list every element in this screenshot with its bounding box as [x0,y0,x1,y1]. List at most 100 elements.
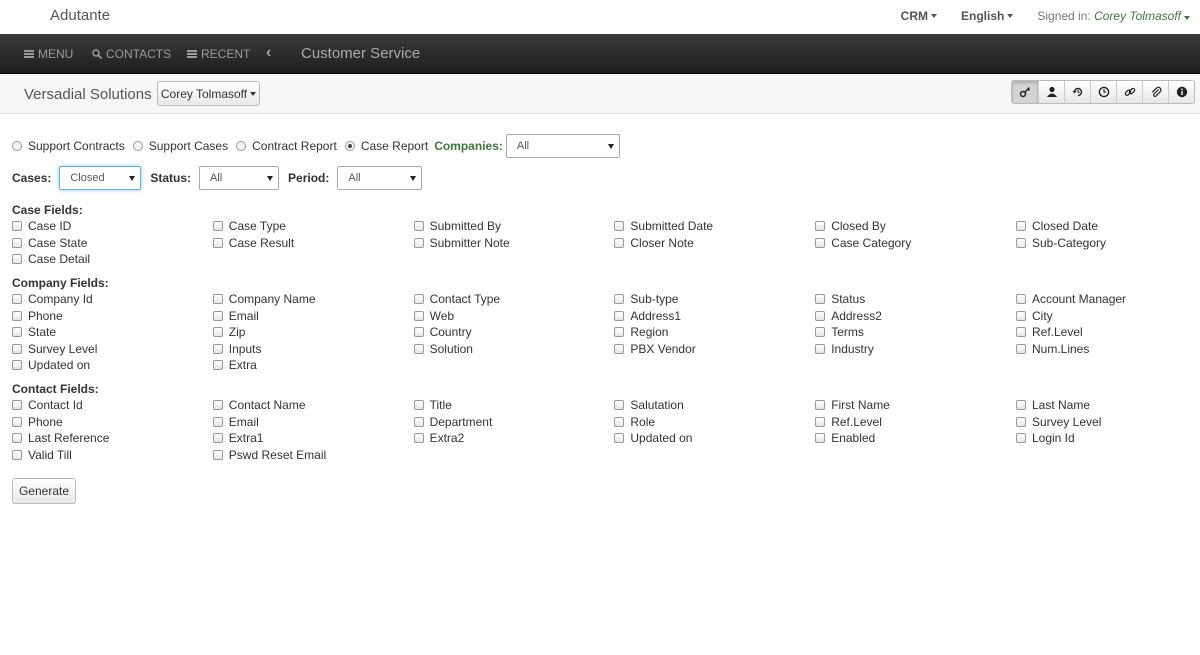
checkbox[interactable] [12,237,22,248]
user-dropdown-button[interactable]: Corey Tolmasoff [157,81,260,106]
radio-contract-report[interactable]: Contract Report [236,139,337,153]
field-checkbox-item[interactable]: Survey Level [1015,415,1200,429]
checkbox[interactable] [815,327,826,337]
nav-recent[interactable]: RECENT [187,47,250,61]
field-checkbox-item[interactable]: Company Name [212,292,414,306]
field-checkbox-item[interactable]: Address2 [815,309,1016,323]
nav-menu[interactable]: MENU [24,47,73,61]
field-checkbox-item[interactable]: Web [413,309,615,323]
cases-select[interactable]: Closed [59,166,142,190]
checkbox[interactable] [212,310,223,321]
checkbox[interactable] [614,416,625,427]
field-checkbox-item[interactable]: Phone [12,309,213,323]
status-select[interactable]: All [199,166,280,190]
checkbox[interactable] [12,310,22,321]
field-checkbox-item[interactable]: Updated on [614,431,815,445]
field-checkbox-item[interactable]: Case Detail [12,252,213,266]
checkbox[interactable] [1015,221,1026,231]
radio-case-report[interactable]: Case Report [344,139,428,153]
checkbox[interactable] [212,449,223,460]
checkbox[interactable] [413,327,424,337]
checkbox[interactable] [12,433,22,443]
signed-in-user-link[interactable]: Corey Tolmasoff [1094,9,1181,23]
key-button[interactable] [1012,81,1038,103]
checkbox[interactable] [212,416,223,427]
field-checkbox-item[interactable]: First Name [815,398,1016,412]
checkbox[interactable] [212,327,223,337]
checkbox[interactable] [413,416,424,427]
checkbox[interactable] [1015,327,1026,337]
field-checkbox-item[interactable]: Sub-Category [1015,236,1200,250]
checkbox[interactable] [815,416,826,427]
checkbox[interactable] [614,343,625,354]
checkbox[interactable] [413,294,424,304]
checkbox[interactable] [212,360,223,370]
checkbox[interactable] [12,343,22,354]
checkbox[interactable] [413,433,424,443]
field-checkbox-item[interactable]: Last Name [1015,398,1200,412]
field-checkbox-item[interactable]: Solution [413,342,615,356]
radio-button-selected[interactable] [344,141,355,151]
field-checkbox-item[interactable]: Extra1 [212,431,414,445]
field-checkbox-item[interactable]: Case Category [815,236,1016,250]
checkbox[interactable] [815,400,826,410]
field-checkbox-item[interactable]: Submitted Date [614,219,815,233]
field-checkbox-item[interactable]: Department [413,415,615,429]
field-checkbox-item[interactable]: Closed Date [1015,219,1200,233]
checkbox[interactable] [413,310,424,321]
companies-select[interactable]: All [505,134,620,158]
checkbox[interactable] [1015,416,1026,427]
field-checkbox-item[interactable]: Valid Till [12,448,213,462]
checkbox[interactable] [614,294,625,304]
checkbox[interactable] [12,449,22,460]
radio-button[interactable] [132,141,143,151]
checkbox[interactable] [614,433,625,443]
checkbox[interactable] [12,416,22,427]
attachment-button[interactable] [1142,81,1168,103]
checkbox[interactable] [12,254,22,264]
field-checkbox-item[interactable]: Enabled [815,431,1016,445]
brand-logo[interactable]: Adutante [50,7,110,24]
checkbox[interactable] [614,221,625,231]
nav-contacts[interactable]: CONTACTS [92,47,171,61]
user-button[interactable] [1038,81,1064,103]
field-checkbox-item[interactable]: PBX Vendor [614,342,815,356]
radio-button[interactable] [12,141,22,151]
radio-support-contracts[interactable]: Support Contracts [12,139,125,153]
checkbox[interactable] [413,343,424,354]
field-checkbox-item[interactable]: Email [212,309,414,323]
checkbox[interactable] [815,237,826,248]
checkbox[interactable] [12,360,22,370]
radio-button[interactable] [236,141,247,151]
field-checkbox-item[interactable]: Submitter Note [413,236,615,250]
field-checkbox-item[interactable]: Closed By [815,219,1016,233]
generate-button[interactable]: Generate [12,478,76,504]
field-checkbox-item[interactable]: Extra [212,358,414,372]
checkbox[interactable] [413,221,424,231]
field-checkbox-item[interactable]: Last Reference [12,431,213,445]
language-dropdown[interactable]: English [961,9,1014,23]
back-chevron-icon[interactable]: ‹ [266,44,271,62]
field-checkbox-item[interactable]: Contact Type [413,292,615,306]
checkbox[interactable] [815,294,826,304]
field-checkbox-item[interactable]: Account Manager [1015,292,1200,306]
checkbox[interactable] [1015,237,1026,248]
checkbox[interactable] [1015,310,1026,321]
checkbox[interactable] [212,237,223,248]
checkbox[interactable] [815,343,826,354]
checkbox[interactable] [1015,343,1026,354]
checkbox[interactable] [212,221,223,231]
field-checkbox-item[interactable]: Survey Level [12,342,213,356]
field-checkbox-item[interactable]: Terms [815,325,1016,339]
period-select[interactable]: All [337,166,423,190]
field-checkbox-item[interactable]: City [1015,309,1200,323]
checkbox[interactable] [212,343,223,354]
field-checkbox-item[interactable]: Title [413,398,615,412]
checkbox[interactable] [614,400,625,410]
field-checkbox-item[interactable]: Email [212,415,414,429]
checkbox[interactable] [1015,433,1026,443]
field-checkbox-item[interactable]: Contact Id [12,398,213,412]
field-checkbox-item[interactable]: Case State [12,236,213,250]
field-checkbox-item[interactable]: Num.Lines [1015,342,1200,356]
field-checkbox-item[interactable]: Sub-type [614,292,815,306]
